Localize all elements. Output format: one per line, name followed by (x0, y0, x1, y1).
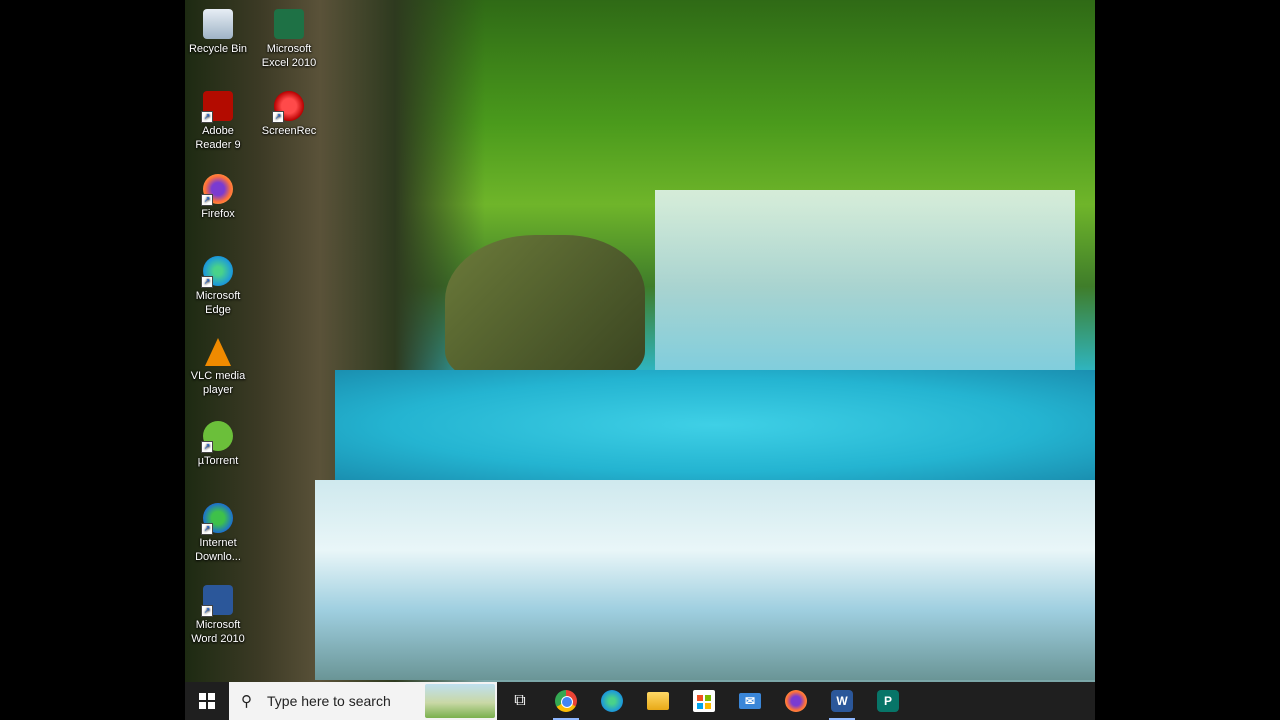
word-icon: W (831, 690, 853, 712)
shortcut-arrow-icon: ↗ (201, 441, 213, 453)
desktop-icon-label: Firefox (201, 208, 235, 220)
chrome-icon (555, 690, 577, 712)
desktop-icon-label: Internet Downlo... (195, 537, 241, 563)
desktop-icon-internet-download-manager[interactable]: ↗ Internet Downlo... (185, 498, 253, 564)
desktop-icon-excel[interactable]: Microsoft Excel 2010 (254, 4, 324, 70)
adobe-reader-icon: ↗ (201, 91, 233, 123)
taskbar-microsoft-store[interactable] (681, 682, 727, 720)
internet-download-manager-icon: ↗ (201, 503, 233, 535)
shortcut-arrow-icon: ↗ (201, 111, 213, 123)
desktop-icon-edge[interactable]: ↗ Microsoft Edge (185, 251, 253, 317)
search-icon: ⚲ (241, 693, 252, 710)
folder-icon (647, 692, 669, 710)
windows-logo-icon (199, 693, 215, 709)
desktop-icon-label: Microsoft Excel 2010 (261, 43, 317, 69)
shortcut-arrow-icon: ↗ (201, 194, 213, 206)
task-view-icon: ⧉ (514, 692, 526, 709)
taskbar-file-explorer[interactable] (635, 682, 681, 720)
desktop-icon-adobe-reader[interactable]: ↗ Adobe Reader 9 (185, 86, 253, 152)
publisher-icon: P (877, 690, 899, 712)
wallpaper-lower-falls (315, 480, 1095, 680)
edge-icon (601, 690, 623, 712)
desktop-icon-word[interactable]: ↗ Microsoft Word 2010 (185, 580, 253, 646)
desktop-icon-label: Adobe Reader 9 (195, 125, 241, 151)
mail-icon: ✉ (739, 693, 761, 709)
taskbar-word[interactable]: W (819, 682, 865, 720)
excel-icon (274, 9, 304, 39)
taskbar-search-box[interactable]: ⚲ Type here to search (229, 682, 497, 720)
desktop-icon-label: ScreenRec (261, 125, 317, 137)
search-highlight-image (425, 684, 495, 718)
taskbar-chrome[interactable] (543, 682, 589, 720)
shortcut-arrow-icon: ↗ (201, 523, 213, 535)
taskbar-mail[interactable]: ✉ (727, 682, 773, 720)
desktop-screen: Recycle Bin Microsoft Excel 2010 ↗ Adobe… (185, 0, 1095, 720)
firefox-icon: ↗ (201, 174, 233, 206)
screenrec-icon: ↗ (272, 91, 304, 123)
taskbar-edge[interactable] (589, 682, 635, 720)
desktop-icon-label: VLC media player (190, 370, 246, 396)
vlc-icon (205, 338, 231, 366)
desktop-icon-firefox[interactable]: ↗ Firefox (185, 169, 253, 221)
desktop-icon-label: Microsoft Word 2010 (191, 619, 245, 645)
taskbar-firefox[interactable] (773, 682, 819, 720)
wallpaper-rock (445, 235, 645, 380)
desktop-icon-utorrent[interactable]: ↗ µTorrent (185, 416, 253, 468)
desktop-icon-screenrec[interactable]: ↗ ScreenRec (254, 86, 324, 138)
start-button[interactable] (185, 682, 229, 720)
wallpaper-waterfall (655, 190, 1075, 370)
firefox-icon (785, 690, 807, 712)
desktop-icon-recycle-bin[interactable]: Recycle Bin (185, 4, 253, 56)
desktop-icons: Recycle Bin Microsoft Excel 2010 ↗ Adobe… (185, 0, 335, 682)
desktop-icon-label: Microsoft Edge (195, 290, 241, 316)
desktop-icon-vlc[interactable]: VLC media player (185, 333, 253, 397)
shortcut-arrow-icon: ↗ (272, 111, 284, 123)
shortcut-arrow-icon: ↗ (201, 605, 213, 617)
word-icon: ↗ (201, 585, 233, 617)
shortcut-arrow-icon: ↗ (201, 276, 213, 288)
wallpaper-pool (335, 370, 1095, 480)
edge-icon: ↗ (201, 256, 233, 288)
recycle-bin-icon (203, 9, 233, 39)
desktop-icon-label: µTorrent (197, 455, 239, 467)
search-placeholder: Type here to search (267, 693, 391, 709)
taskbar-task-view[interactable]: ⧉ (497, 682, 543, 720)
taskbar: ⚲ Type here to search ⧉ ✉ W P (185, 682, 1095, 720)
desktop-icon-label: Recycle Bin (188, 43, 248, 55)
store-icon (693, 690, 715, 712)
taskbar-publisher[interactable]: P (865, 682, 911, 720)
utorrent-icon: ↗ (201, 421, 233, 453)
